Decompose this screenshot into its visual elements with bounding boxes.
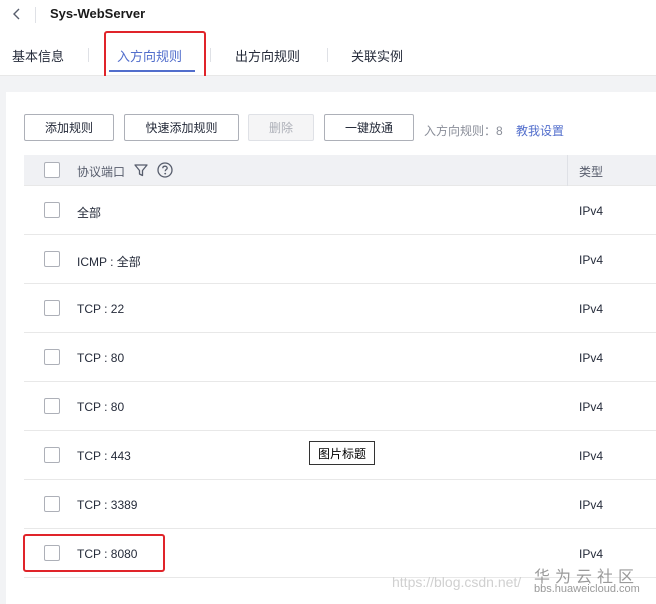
rule-count-label: 入方向规则：	[424, 124, 497, 138]
row-checkbox[interactable]	[44, 398, 60, 414]
tab-inbound-rules[interactable]: 入方向规则	[117, 46, 182, 65]
cell-port: 全部	[77, 206, 102, 220]
tab-associated-instances[interactable]: 关联实例	[351, 46, 403, 65]
help-link[interactable]: 教我设置	[516, 124, 564, 138]
row-checkbox[interactable]	[44, 447, 60, 463]
cell-type: IPv4	[579, 400, 604, 414]
table-row: 全部 IPv4	[24, 186, 656, 235]
cell-port: TCP : 22	[77, 302, 125, 316]
tab-outbound-rules[interactable]: 出方向规则	[235, 46, 300, 65]
divider	[210, 48, 211, 62]
watermark-brand-url: bbs.huaweicloud.com	[534, 583, 640, 595]
table-row: TCP : 3389 IPv4	[24, 480, 656, 529]
divider	[327, 48, 328, 62]
cell-type: IPv4	[579, 449, 604, 463]
select-all-checkbox[interactable]	[44, 162, 60, 178]
table-row: TCP : 80 IPv4	[24, 333, 656, 382]
column-divider	[567, 155, 568, 186]
row-checkbox[interactable]	[44, 545, 60, 561]
add-rule-button[interactable]: 添加规则	[24, 114, 114, 141]
question-circle-icon[interactable]	[156, 161, 174, 179]
allow-all-button[interactable]: 一键放通	[324, 114, 414, 141]
divider	[35, 7, 36, 23]
rule-count: 入方向规则：8 教我设置	[424, 122, 564, 139]
table-row: ICMP : 全部 IPv4	[24, 235, 656, 284]
rules-table: 协议端口 类型 全部 IPv4 ICMP : 全部 IPv4 TCP : 22 …	[24, 155, 656, 578]
cell-type: IPv4	[579, 204, 604, 218]
tab-basic-info[interactable]: 基本信息	[12, 46, 64, 65]
divider	[88, 48, 89, 62]
back-button[interactable]	[8, 5, 26, 23]
column-header-port: 协议端口	[77, 165, 126, 179]
toolbar: 添加规则 快速添加规则 删除 一键放通 入方向规则：8 教我设置	[24, 114, 656, 142]
chevron-left-icon	[13, 8, 20, 20]
rule-count-value: 8	[496, 124, 503, 138]
row-checkbox[interactable]	[44, 496, 60, 512]
row-checkbox[interactable]	[44, 251, 60, 267]
filter-icon[interactable]	[132, 161, 150, 179]
row-checkbox[interactable]	[44, 202, 60, 218]
delete-button[interactable]: 删除	[248, 114, 314, 141]
cell-type: IPv4	[579, 547, 604, 561]
tab-bar: 基本信息 入方向规则 出方向规则 关联实例	[0, 34, 656, 76]
cell-type: IPv4	[579, 253, 604, 267]
image-caption-tooltip: 图片标题	[309, 441, 376, 465]
table-row: TCP : 80 IPv4	[24, 382, 656, 431]
cell-port: TCP : 80	[77, 351, 125, 365]
cell-type: IPv4	[579, 351, 604, 365]
top-bar: Sys-WebServer	[0, 0, 656, 30]
active-tab-indicator	[109, 70, 195, 72]
table-row: TCP : 22 IPv4	[24, 284, 656, 333]
table-header: 协议端口 类型	[24, 155, 656, 186]
row-checkbox[interactable]	[44, 300, 60, 316]
cell-type: IPv4	[579, 498, 604, 512]
page-title: Sys-WebServer	[50, 6, 146, 21]
cell-port: TCP : 443	[77, 449, 131, 463]
cell-port: TCP : 80	[77, 400, 125, 414]
column-header-type: 类型	[579, 165, 604, 179]
cell-port: ICMP : 全部	[77, 255, 141, 269]
cell-port: TCP : 8080	[77, 547, 138, 561]
cell-port: TCP : 3389	[77, 498, 138, 512]
cell-type: IPv4	[579, 302, 604, 316]
quick-add-rule-button[interactable]: 快速添加规则	[124, 114, 239, 141]
watermark-csdn: https://blog.csdn.net/	[392, 574, 522, 590]
row-checkbox[interactable]	[44, 349, 60, 365]
